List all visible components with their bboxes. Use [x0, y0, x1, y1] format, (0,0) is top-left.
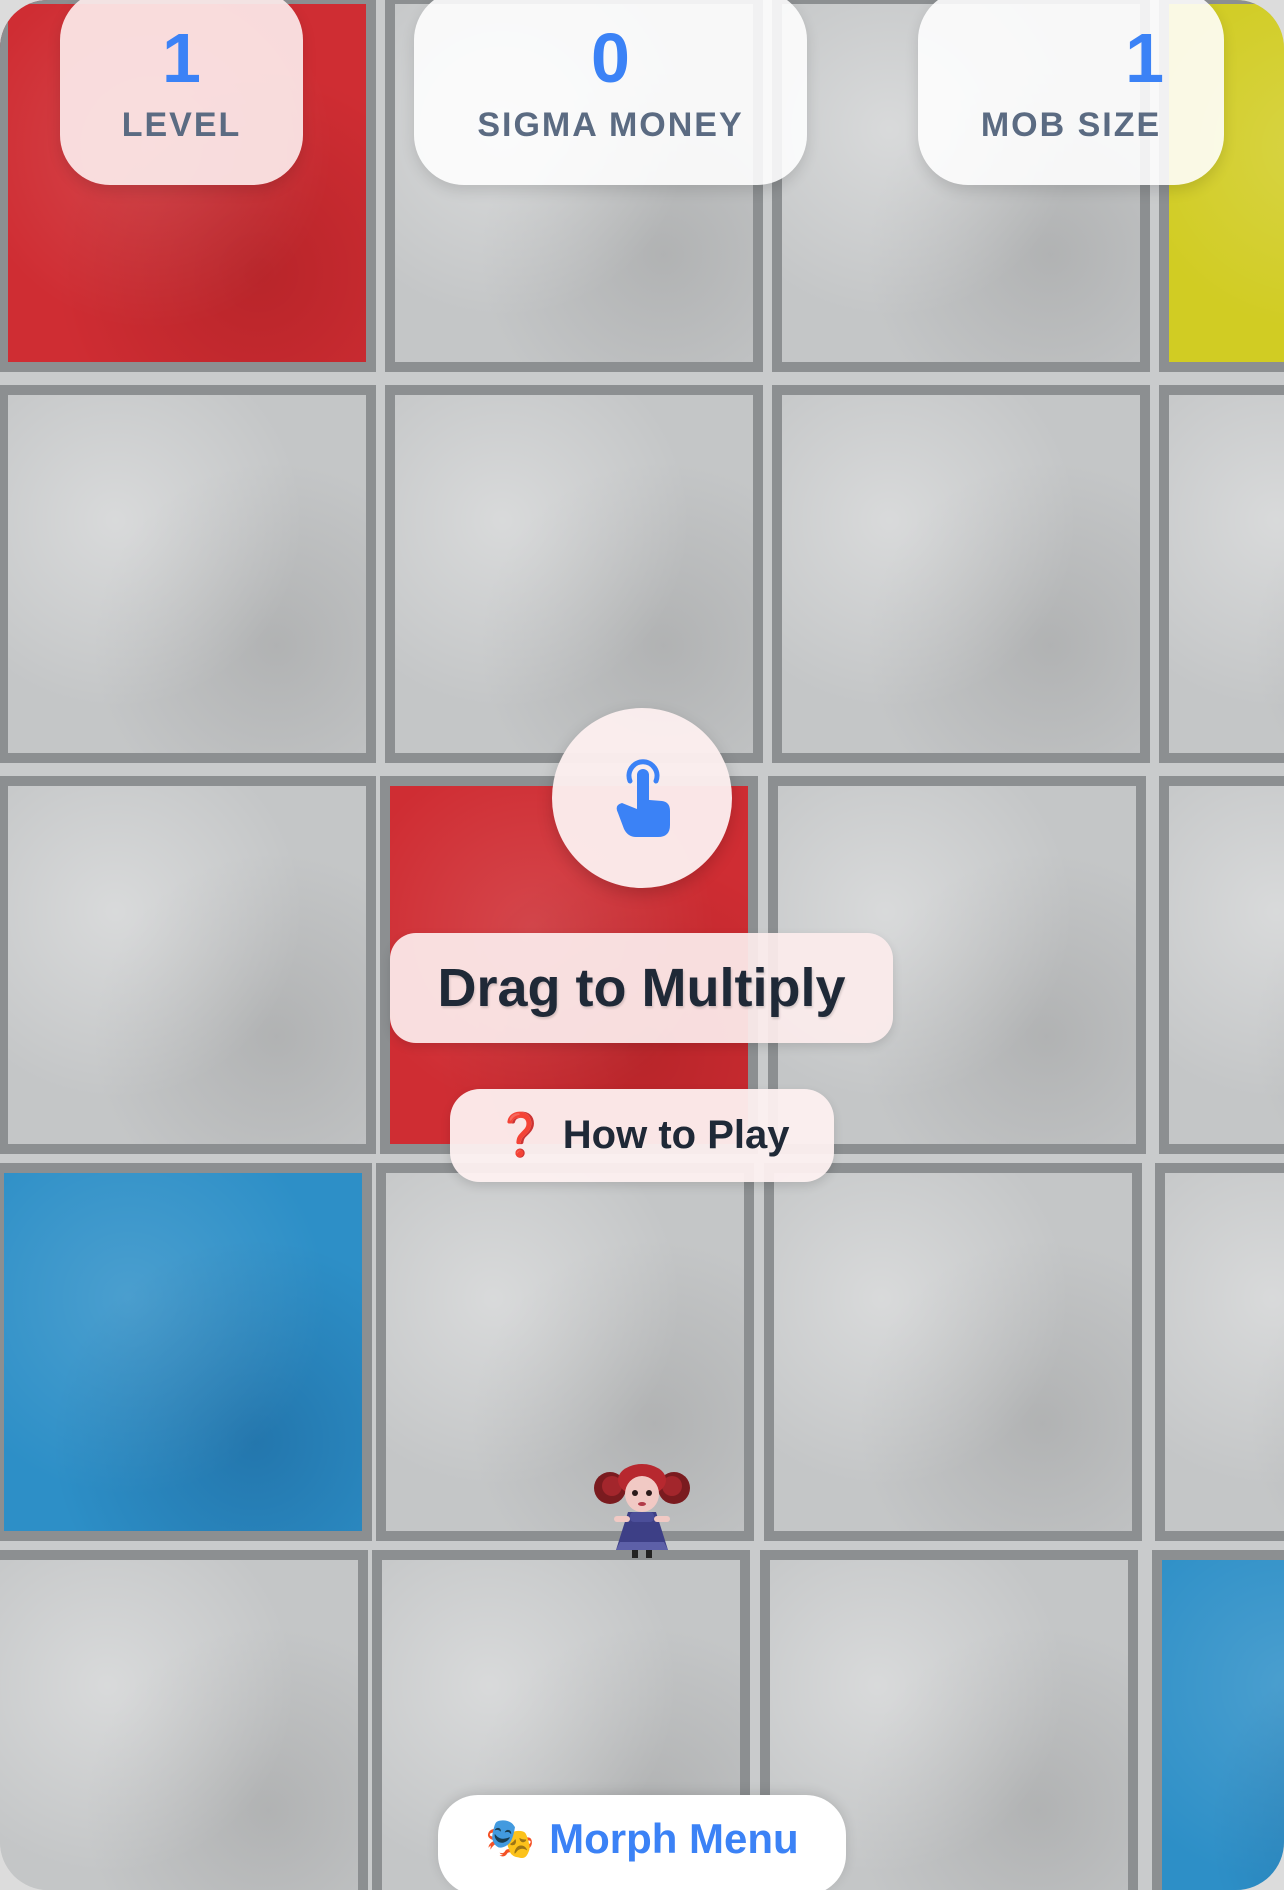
- how-to-play-label: How to Play: [562, 1113, 790, 1157]
- game-screen[interactable]: 1 LEVEL 0 SIGMA MONEY 1 MOB SIZE Drag to…: [0, 0, 1284, 1890]
- level-label: LEVEL: [121, 106, 242, 144]
- floor-tile: [1155, 1163, 1284, 1541]
- drag-to-multiply-label: Drag to Multiply: [390, 933, 893, 1043]
- floor-tile: [0, 385, 376, 763]
- floor-tile: [1159, 385, 1284, 763]
- drag-hint-circle[interactable]: [552, 708, 732, 888]
- question-mark-icon: ❓: [494, 1111, 547, 1158]
- sigma-money-card: 0 SIGMA MONEY: [414, 0, 807, 185]
- theater-masks-icon: 🎭: [485, 1817, 536, 1861]
- floor-tile: [1159, 776, 1284, 1154]
- how-to-play-button[interactable]: ❓ How to Play: [450, 1089, 834, 1182]
- mob-size-label: MOB SIZE: [980, 106, 1162, 144]
- level-card: 1 LEVEL: [60, 0, 303, 185]
- morph-menu-label: Morph Menu: [549, 1815, 799, 1862]
- floor-tile: [772, 385, 1150, 763]
- morph-menu-button[interactable]: 🎭 Morph Menu: [438, 1795, 846, 1890]
- mob-size-value: 1: [1125, 19, 1164, 97]
- floor-tile: [385, 385, 763, 763]
- doll-character[interactable]: [590, 1458, 694, 1562]
- sigma-money-label: SIGMA MONEY: [477, 106, 744, 144]
- level-value: 1: [162, 19, 201, 97]
- sigma-money-value: 0: [591, 19, 630, 97]
- floor-tile-blue: [1152, 1550, 1284, 1890]
- floor-tile: [0, 776, 376, 1154]
- mob-size-card: 1 MOB SIZE: [918, 0, 1224, 185]
- floor-tile-blue: [0, 1163, 372, 1541]
- floor-tile: [764, 1163, 1142, 1541]
- pointing-finger-icon: [616, 759, 670, 837]
- floor-tile: [0, 1550, 368, 1890]
- floor-tile: [376, 1163, 754, 1541]
